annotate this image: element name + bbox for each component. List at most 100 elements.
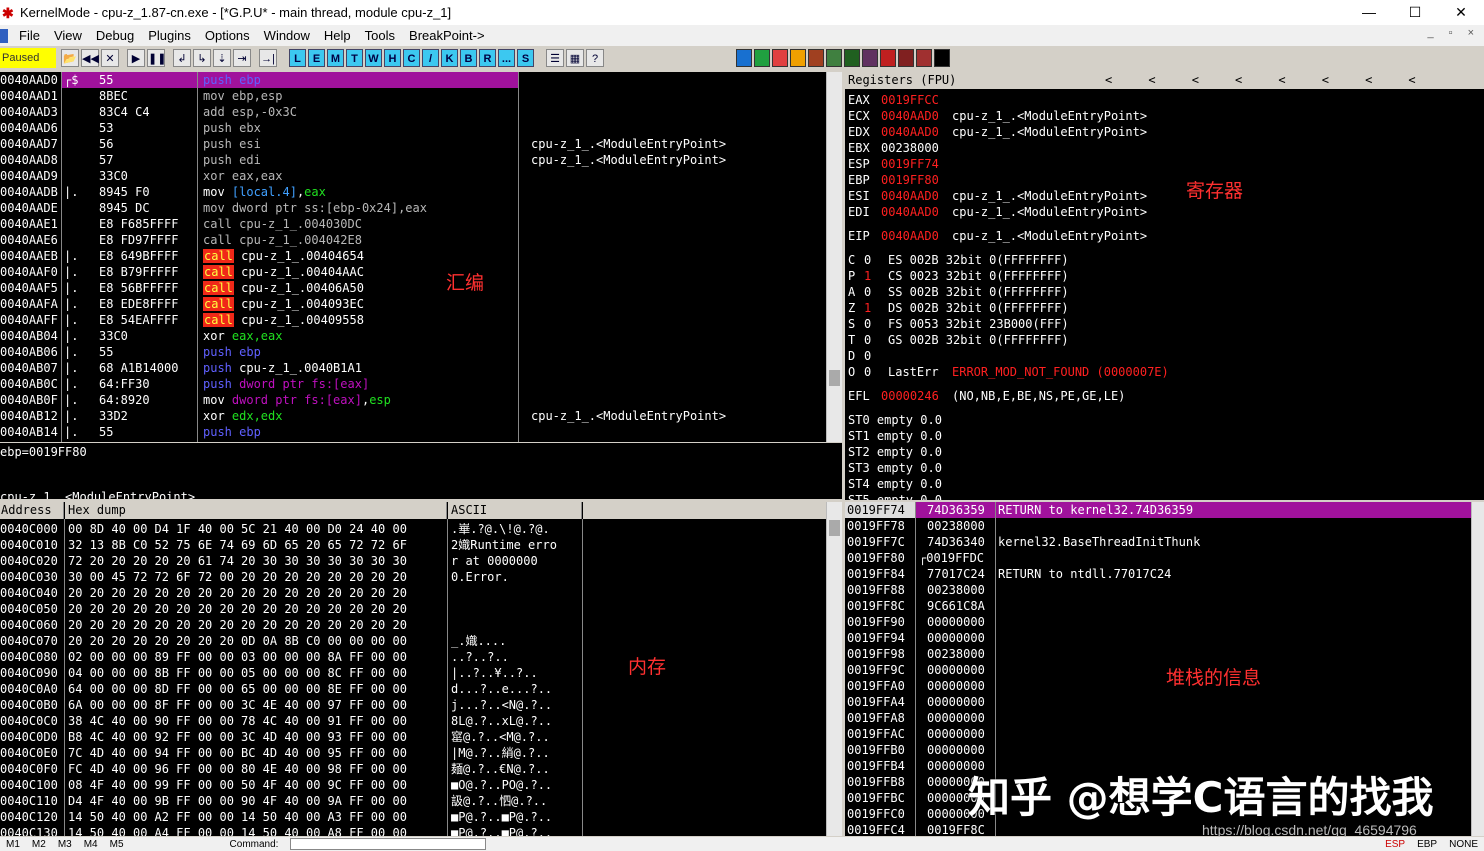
disasm-row[interactable]: 0040AAD8 57 push edi cpu-z_1_.<ModuleEntryP…	[0, 152, 826, 168]
close-button[interactable]: ✕	[1438, 0, 1484, 25]
stack-row[interactable]: 0019FFA0 00000000	[845, 678, 1471, 694]
dump-row[interactable]: 0040C050 20 20 20 20 20 20 20 20 20 20 20 2…	[0, 601, 826, 617]
register-value[interactable]: 0019FF74	[881, 156, 939, 172]
log-window-button[interactable]: L	[289, 49, 306, 67]
trace-over-icon[interactable]: ⇥	[233, 49, 251, 67]
dump-hex-bytes[interactable]: 6A 00 00 00 8F FF 00 00 3C 4E 40 00 97 FF 0…	[68, 697, 446, 713]
list-icon[interactable]: ☰	[546, 49, 564, 67]
flag-value[interactable]: 1	[864, 300, 871, 316]
dump-hex-bytes[interactable]: 64 00 00 00 8D FF 00 00 65 00 00 00 8E FF 0…	[68, 681, 446, 697]
menu-help[interactable]: Help	[317, 28, 358, 43]
stack-row[interactable]: 0019FF94 00000000	[845, 630, 1471, 646]
maximize-button[interactable]: ☐	[1392, 0, 1438, 25]
register-value[interactable]: 0040AAD0	[881, 228, 939, 244]
flag-value[interactable]: 0	[864, 332, 871, 348]
dump-row[interactable]: 0040C000 00 8D 40 00 D4 1F 40 00 5C 21 40 0…	[0, 521, 826, 537]
dump-row[interactable]: 0040C090 04 00 00 00 8B FF 00 00 05 00 00 0…	[0, 665, 826, 681]
stack-row[interactable]: 0019FF8C 9C661C8A	[845, 598, 1471, 614]
fpu-register[interactable]: ST3 empty 0.0	[848, 460, 942, 476]
tab-m1[interactable]: M1	[6, 839, 20, 850]
disasm-row[interactable]: 0040AAF5 |. E8 56BFFFFF call cpu-z_1_.00406…	[0, 280, 826, 296]
plugin-icon-3[interactable]	[772, 49, 788, 67]
register-value[interactable]: 0040AAD0	[881, 204, 939, 220]
esp-label[interactable]: ESP	[1385, 839, 1405, 850]
dump-row[interactable]: 0040C0A0 64 00 00 00 8D FF 00 00 65 00 00 0…	[0, 681, 826, 697]
disasm-row[interactable]: 0040AB04 |. 33C0 xor eax,eax	[0, 328, 826, 344]
dump-row[interactable]: 0040C080 02 00 00 00 89 FF 00 00 03 00 00 0…	[0, 649, 826, 665]
flag-value[interactable]: 0	[864, 316, 871, 332]
disasm-row[interactable]: 0040AAEB |. E8 649BFFFF call cpu-z_1_.00404…	[0, 248, 826, 264]
stack-value[interactable]: 00000000	[927, 742, 985, 758]
flag-value[interactable]: 1	[864, 268, 871, 284]
dump-hex-bytes[interactable]: 00 8D 40 00 D4 1F 40 00 5C 21 40 00 D0 24 4…	[68, 521, 446, 537]
dump-hex-bytes[interactable]: 7C 4D 40 00 94 FF 00 00 BC 4D 40 00 95 FF 0…	[68, 745, 446, 761]
disasm-row[interactable]: 0040AB12 |. 33D2 xor edx,edx cpu-z_1_.<Modul…	[0, 408, 826, 424]
register-value[interactable]: 00238000	[881, 140, 939, 156]
stack-row[interactable]: 0019FF74 74D36359 RETURN to kernel32.74D36…	[845, 502, 1471, 518]
grid-icon[interactable]: ▦	[566, 49, 584, 67]
menu-options[interactable]: Options	[198, 28, 257, 43]
disasm-row[interactable]: 0040AAFA |. E8 EDE8FFFF call cpu-z_1_.00409…	[0, 296, 826, 312]
menu-tools[interactable]: Tools	[358, 28, 402, 43]
dump-row[interactable]: 0040C0C0 38 4C 40 00 90 FF 00 00 78 4C 40 0…	[0, 713, 826, 729]
stack-value[interactable]: 00000000	[927, 694, 985, 710]
plugin-icon-12[interactable]	[934, 49, 950, 67]
dump-hex-bytes[interactable]: 32 13 8B C0 52 75 6E 74 69 6D 65 20 65 72 7…	[68, 537, 446, 553]
stack-value[interactable]: 00238000	[927, 582, 985, 598]
dump-row[interactable]: 0040C010 32 13 8B C0 52 75 6E 74 69 6D 65 2…	[0, 537, 826, 553]
tab-m2[interactable]: M2	[32, 839, 46, 850]
register-value[interactable]: 0040AAD0	[881, 188, 939, 204]
stack-value[interactable]: 00000000	[927, 662, 985, 678]
flag-value[interactable]: 0	[864, 364, 871, 380]
register-value[interactable]: 0040AAD0	[881, 108, 939, 124]
register-value[interactable]: 0019FF80	[881, 172, 939, 188]
dump-hex-bytes[interactable]: 20 20 20 20 20 20 20 20 20 20 20 20 20 20 2…	[68, 585, 446, 601]
tab-m4[interactable]: M4	[84, 839, 98, 850]
disasm-row[interactable]: 0040AB0C |. 64:FF30 push dword ptr fs:[eax]	[0, 376, 826, 392]
dump-hex-bytes[interactable]: 30 00 45 72 72 6F 72 00 20 20 20 20 20 20 2…	[68, 569, 446, 585]
dump-row[interactable]: 0040C030 30 00 45 72 72 6F 72 00 20 20 20 2…	[0, 569, 826, 585]
run-icon[interactable]: ▶	[127, 49, 145, 67]
stack-value[interactable]: 00000000	[927, 614, 985, 630]
dump-hex-bytes[interactable]: 72 20 20 20 20 20 61 74 20 30 30 30 30 30 3…	[68, 553, 446, 569]
disassembly-pane[interactable]: 0040AAD0 ┌$ 55 push ebp 0040AAD1 8BEC mov ebp,…	[0, 72, 842, 442]
dump-row[interactable]: 0040C040 20 20 20 20 20 20 20 20 20 20 20 2…	[0, 585, 826, 601]
registers-header[interactable]: Registers (FPU) < < < < < < < <	[845, 72, 1484, 89]
stack-row[interactable]: 0019FF78 00238000	[845, 518, 1471, 534]
disasm-row[interactable]: 0040AADE 8945 DC mov dword ptr ss:[ebp-0x2…	[0, 200, 826, 216]
stack-row[interactable]: 0019FF84 77017C24 RETURN to ntdll.77017C24	[845, 566, 1471, 582]
plugin-icon-8[interactable]	[862, 49, 878, 67]
dump-hex-bytes[interactable]: 38 4C 40 00 90 FF 00 00 78 4C 40 00 91 FF 0…	[68, 713, 446, 729]
help-icon[interactable]: ?	[586, 49, 604, 67]
stack-value[interactable]: 00000000	[927, 678, 985, 694]
dump-row[interactable]: 0040C110 D4 4F 40 00 9B FF 00 00 90 4F 40 0…	[0, 793, 826, 809]
stack-row[interactable]: 0019FF98 00238000	[845, 646, 1471, 662]
plugin-icon-1[interactable]	[736, 49, 752, 67]
registers-pane[interactable]: Registers (FPU) < < < < < < < < EAX 0019F…	[845, 72, 1484, 500]
dump-row[interactable]: 0040C060 20 20 20 20 20 20 20 20 20 20 20 2…	[0, 617, 826, 633]
menu-plugins[interactable]: Plugins	[141, 28, 198, 43]
dump-row[interactable]: 0040C0B0 6A 00 00 00 8F FF 00 00 3C 4E 40 0…	[0, 697, 826, 713]
menu-file[interactable]: File	[12, 28, 47, 43]
register-value[interactable]: 0019FFCC	[881, 92, 939, 108]
stack-scrollbar[interactable]	[1471, 502, 1484, 836]
tab-m3[interactable]: M3	[58, 839, 72, 850]
flag-value[interactable]: 0	[864, 284, 871, 300]
dump-hex-bytes[interactable]: 04 00 00 00 8B FF 00 00 05 00 00 00 8C FF 0…	[68, 665, 446, 681]
open-icon[interactable]: 📂	[61, 49, 79, 67]
disasm-row[interactable]: 0040AAD1 8BEC mov ebp,esp	[0, 88, 826, 104]
disasm-row[interactable]: 0040AAFF |. E8 54EAFFFF call cpu-z_1_.00409…	[0, 312, 826, 328]
stack-value[interactable]: 00238000	[927, 646, 985, 662]
threads-button[interactable]: T	[346, 49, 363, 67]
memory-map-button[interactable]: M	[327, 49, 344, 67]
dump-hex-bytes[interactable]: D4 4F 40 00 9B FF 00 00 90 4F 40 00 9A FF 0…	[68, 793, 446, 809]
stack-row[interactable]: 0019FFB0 00000000	[845, 742, 1471, 758]
trace-into-icon[interactable]: ⇣	[213, 49, 231, 67]
dump-hex-bytes[interactable]: 14 50 40 00 A2 FF 00 00 14 50 40 00 A3 FF 0…	[68, 809, 446, 825]
stack-row[interactable]: 0019FF7C 74D36340 kernel32.BaseThreadInitT…	[845, 534, 1471, 550]
dump-pane[interactable]: Address Hex dump ASCII 0040C000 00 8D 40 …	[0, 502, 842, 836]
dump-hex-header[interactable]: Hex dump	[65, 502, 447, 519]
flag-value[interactable]: 0	[864, 348, 871, 364]
mdi-window-buttons[interactable]: _ ▫ ×	[1427, 27, 1480, 39]
menu-breakpoint[interactable]: BreakPoint->	[402, 28, 492, 43]
